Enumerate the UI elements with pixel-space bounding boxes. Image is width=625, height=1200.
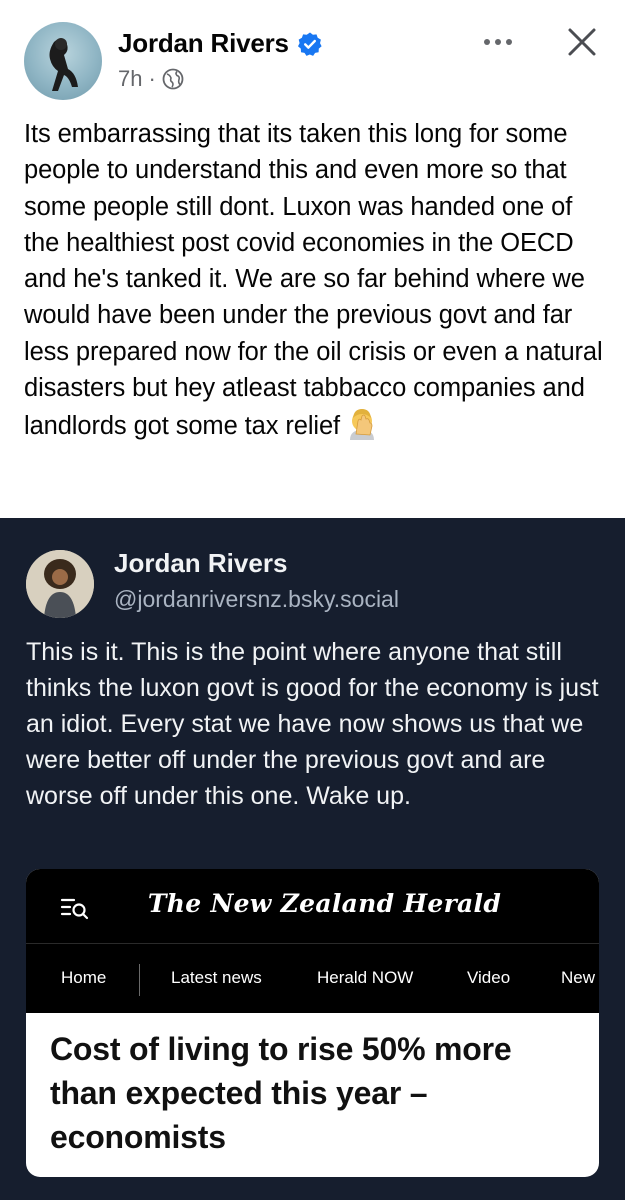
- news-nav-bar: Home Latest news Herald NOW Video New: [26, 943, 599, 1013]
- author-avatar[interactable]: [24, 22, 102, 100]
- close-icon[interactable]: [562, 22, 602, 62]
- bsky-handle[interactable]: @jordanriversnz.bsky.social: [114, 586, 399, 613]
- meta-separator: ·: [148, 66, 156, 91]
- post-text: Its embarrassing that its taken this lon…: [24, 120, 603, 441]
- embedded-bluesky-post: Jordan Rivers @jordanriversnz.bsky.socia…: [0, 518, 625, 1200]
- nav-video[interactable]: Video: [467, 968, 510, 988]
- nav-divider: [139, 964, 140, 996]
- facepalm-emoji: [350, 409, 375, 441]
- author-row: Jordan Rivers: [118, 28, 323, 59]
- post-body: Its embarrassing that its taken this lon…: [24, 116, 609, 445]
- globe-icon: [162, 68, 184, 90]
- bsky-avatar[interactable]: [26, 550, 94, 618]
- article-headline[interactable]: Cost of living to rise 50% more than exp…: [50, 1027, 580, 1159]
- facebook-post: Jordan Rivers 7h · Its embarrassing that…: [0, 0, 625, 518]
- nav-new[interactable]: New: [561, 968, 595, 988]
- verified-badge-icon: [297, 32, 322, 56]
- nav-latest-news[interactable]: Latest news: [171, 968, 262, 988]
- nav-herald-now[interactable]: Herald NOW: [317, 968, 413, 988]
- news-link-card[interactable]: The New Zealand Herald Home Latest news …: [26, 869, 599, 1177]
- bsky-post-text: This is it. This is the point where anyo…: [26, 638, 599, 810]
- nav-home[interactable]: Home: [61, 968, 106, 988]
- masthead-logo[interactable]: The New Zealand Herald: [26, 889, 599, 918]
- news-header: The New Zealand Herald: [26, 869, 599, 943]
- post-time[interactable]: 7h: [118, 66, 142, 92]
- more-options-icon[interactable]: [476, 28, 520, 56]
- bsky-author-name[interactable]: Jordan Rivers: [114, 548, 287, 579]
- author-name[interactable]: Jordan Rivers: [118, 28, 289, 59]
- post-meta: 7h ·: [118, 66, 184, 92]
